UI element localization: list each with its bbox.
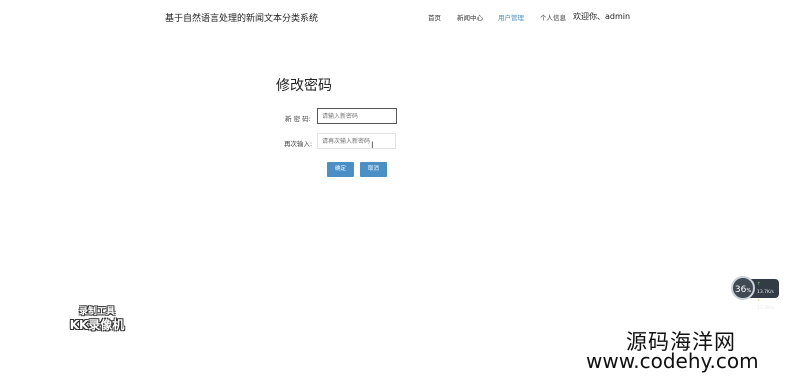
recorder-watermark: 录制工具 KK录像机: [66, 306, 128, 333]
nav-item-user-management[interactable]: 用户管理: [498, 12, 524, 22]
welcome-user[interactable]: 欢迎你、admin: [573, 11, 630, 22]
text-cursor-icon: I: [371, 141, 374, 151]
new-password-input[interactable]: [317, 108, 397, 124]
site-title: 基于自然语言处理的新闻文本分类系统: [165, 14, 319, 24]
upload-rate: 13.7K/s: [757, 290, 774, 295]
recorder-line-1: 录制工具: [78, 307, 115, 317]
confirm-password-label: 再次输入:: [284, 140, 313, 148]
download-rate: 13.3K/s: [757, 306, 774, 311]
page-title: 修改密码: [276, 78, 332, 94]
confirm-button[interactable]: 确定: [327, 162, 354, 177]
upload-arrow-icon: ↑: [757, 282, 761, 287]
nav-item-profile[interactable]: 个人信息: [540, 12, 566, 22]
cancel-button[interactable]: 取消: [360, 162, 387, 177]
recorder-line-2: KK录像机: [69, 318, 125, 332]
new-password-label: 新 密 码:: [285, 115, 311, 123]
site-watermark-url: www.codehy.com: [586, 349, 759, 373]
nav-item-news-center[interactable]: 新闻中心: [457, 12, 483, 22]
confirm-password-input[interactable]: [317, 133, 396, 149]
performance-widget[interactable]: ↑ 13.7K/s ↓ 13.3K/s 36%: [731, 276, 779, 311]
cpu-usage-gauge: 36%: [731, 276, 755, 300]
nav-item-home[interactable]: 首页: [428, 12, 441, 22]
download-arrow-icon: ↓: [757, 298, 761, 303]
